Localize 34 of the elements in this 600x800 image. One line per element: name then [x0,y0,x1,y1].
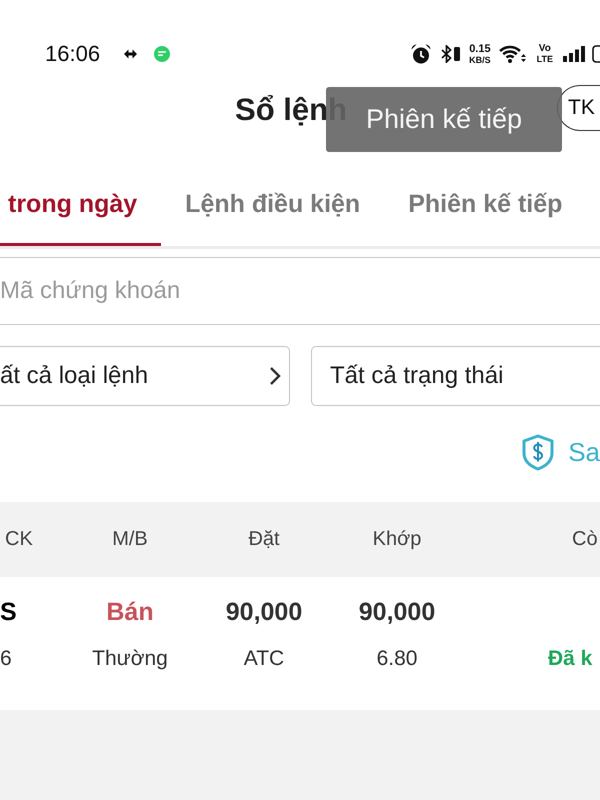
tab[interactable]: Lệnh điều kiện [161,160,384,246]
table-cell: Thường [92,646,168,672]
column-header: CK [4,528,34,551]
table-cell: Bán [106,597,154,627]
alarm-clock-icon [411,44,432,64]
table-cell: 6.80 [376,646,418,672]
table-cell: Đã k [548,646,592,672]
volte-label: Vo [538,44,551,54]
network-speed-unit: KB/S [469,54,491,64]
column-header: M/B [111,528,149,551]
lte-label: LTE [536,54,553,64]
wifi-icon [498,44,526,64]
shield-dollar-icon [522,434,554,471]
tab[interactable]: Phiên kế tiếp [384,160,586,246]
battery-icon [592,45,600,63]
table-cell: 90,000 [226,597,302,627]
table-cell: 6 [0,646,12,672]
column-header: Đặt [247,528,281,551]
filter-dropdown[interactable]: ất cả loại lệnh [0,346,290,406]
tab[interactable]: trong ngày [0,160,162,246]
signal-icon [563,46,585,62]
search-field[interactable]: Mã chứng khoán [0,257,600,325]
double-arrow-icon [124,49,138,59]
earbud-battery-icon [454,47,460,61]
bluetooth-icon [441,45,452,63]
table-cell: ATC [244,646,284,672]
column-header: Khớp [372,528,422,551]
column-header: Cò [571,528,599,551]
network-speed-value: 0.15 [469,44,491,54]
message-icon [154,46,170,62]
filter-dropdown[interactable]: Tất cả trạng thái [311,346,600,406]
table-cell: S [0,597,17,627]
table-cell: 90,000 [358,597,436,627]
status-time: 16:06 [45,42,100,66]
